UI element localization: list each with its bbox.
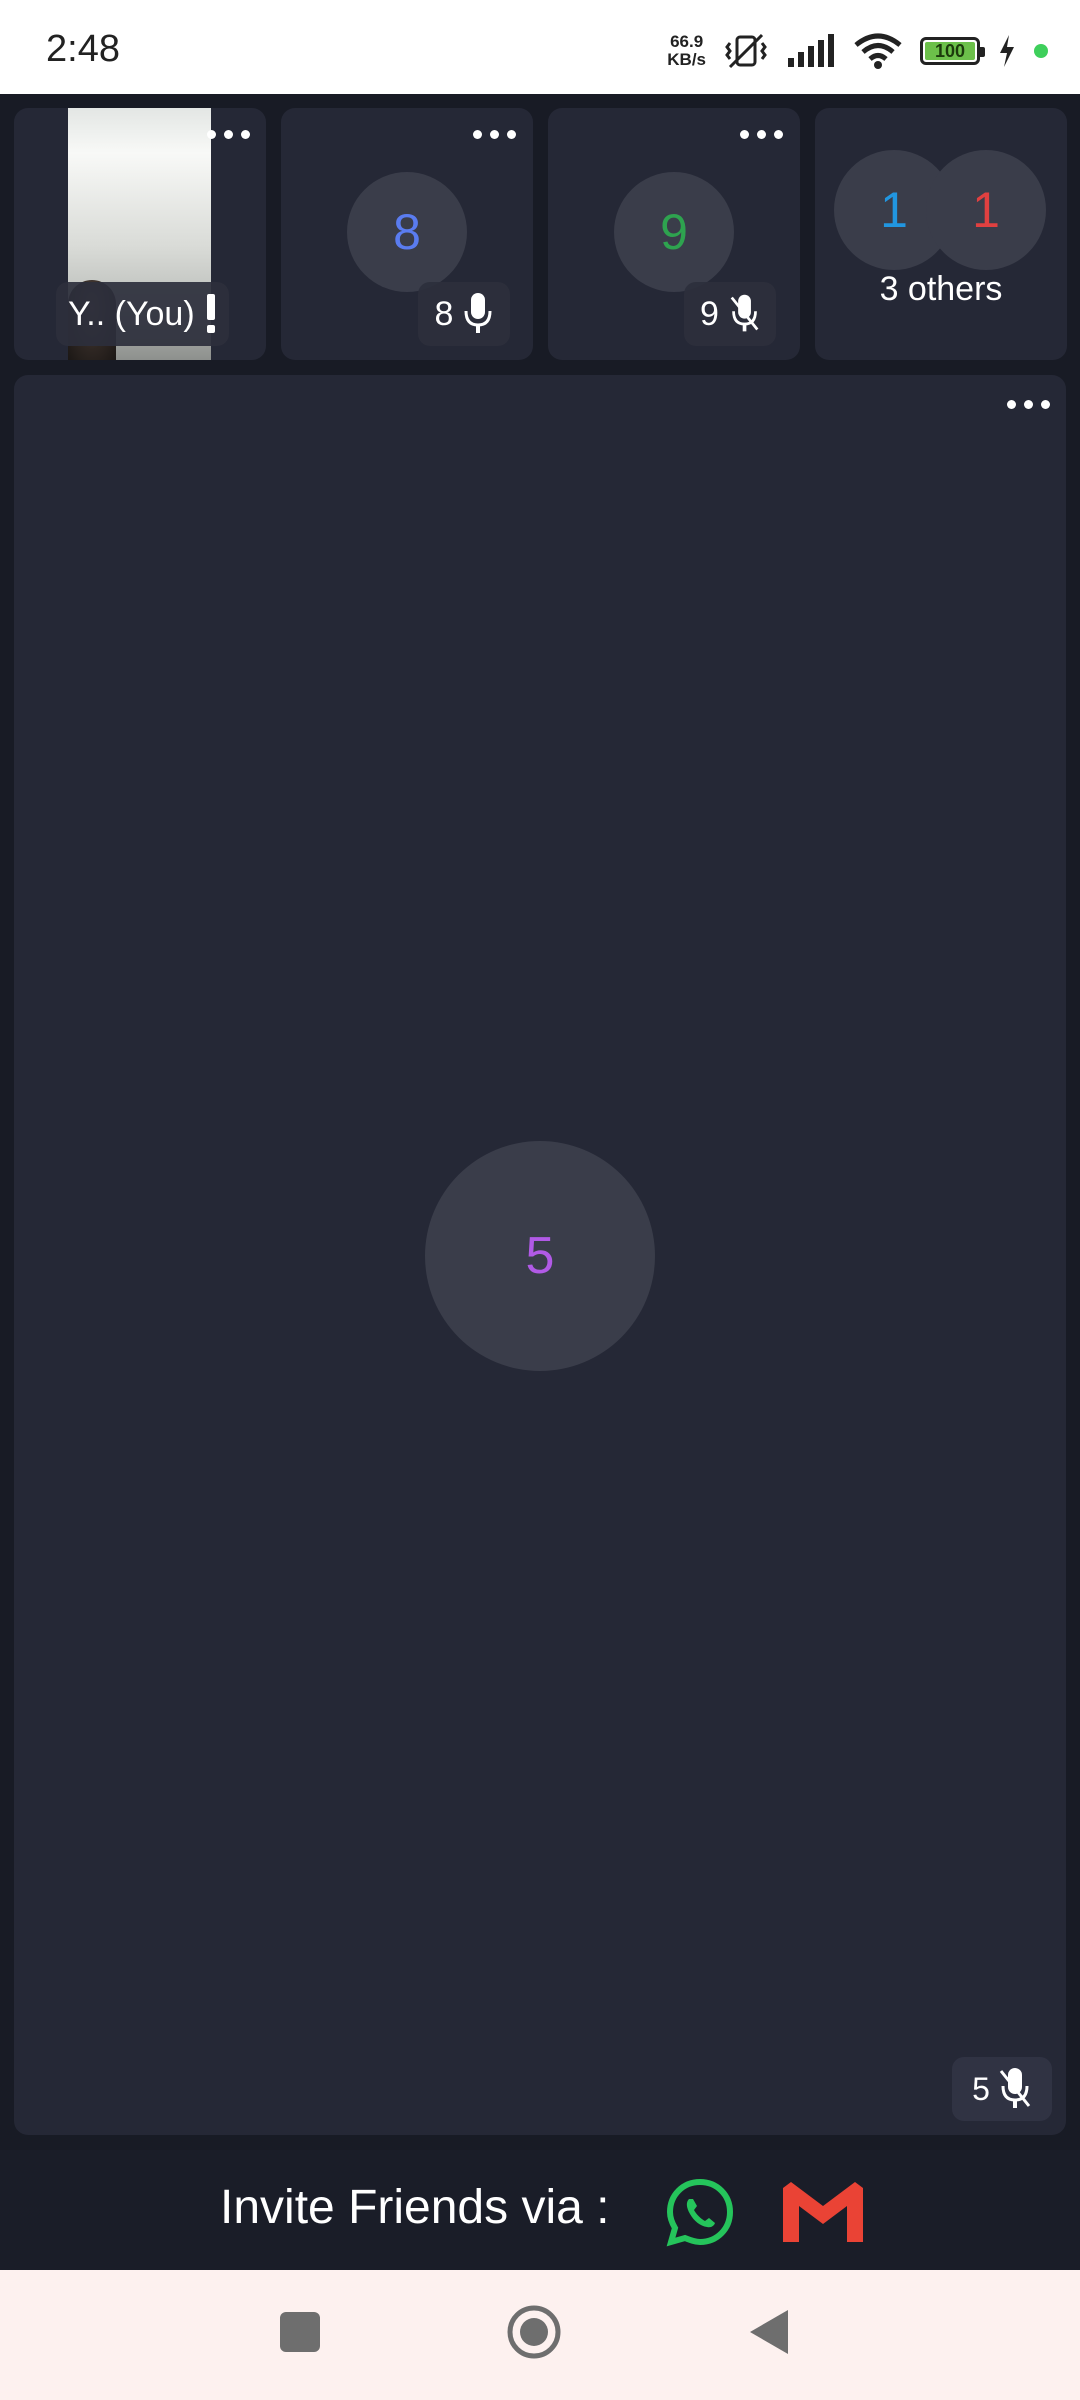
charging-icon (1000, 35, 1014, 67)
battery-cap (980, 47, 985, 57)
vibrate-mute-icon (725, 33, 767, 69)
network-speed-value: 66.9 (670, 32, 704, 51)
network-speed: 66.9 KB/s (667, 33, 706, 69)
avatar: 1 (926, 150, 1046, 270)
invite-label: Invite Friends via : (220, 2181, 610, 2234)
participant-name: 8 (434, 294, 454, 333)
mic-off-icon (999, 2068, 1031, 2108)
mic-on-icon (464, 293, 492, 333)
battery-icon: 100 (920, 37, 985, 65)
status-time: 2:48 (46, 28, 120, 70)
participant-name-chip: 9 (684, 282, 776, 346)
recents-button[interactable] (280, 2312, 320, 2352)
battery-level: 100 (934, 41, 966, 61)
participant-name-chip: 5 (952, 2057, 1052, 2121)
participant-name-chip: Y.. (You) (56, 282, 229, 346)
wifi-icon (854, 33, 902, 69)
more-options-icon[interactable] (1000, 394, 1056, 414)
active-dot (1034, 44, 1048, 58)
status-bar: 2:48 66.9 KB/s 100 (0, 0, 1080, 94)
participant-name: 5 (972, 2070, 990, 2107)
exclamation-icon (206, 294, 215, 333)
avatar: 8 (347, 172, 467, 292)
others-count-label: 3 others (879, 270, 1003, 308)
home-button[interactable] (506, 2304, 562, 2360)
more-options-icon[interactable] (733, 124, 789, 144)
mic-off-icon (730, 294, 759, 332)
status-icons: 66.9 KB/s 100 (667, 26, 1048, 76)
signal-icon (788, 34, 834, 67)
whatsapp-icon[interactable] (665, 2177, 735, 2247)
network-speed-unit: KB/s (667, 50, 706, 69)
gmail-icon[interactable] (783, 2182, 863, 2242)
more-options-icon[interactable] (200, 124, 256, 144)
avatar: 5 (425, 1141, 655, 1371)
avatar: 9 (614, 172, 734, 292)
back-button[interactable] (748, 2308, 790, 2356)
participant-name: 9 (700, 294, 719, 333)
more-options-icon[interactable] (466, 124, 522, 144)
participant-name-chip: 8 (418, 282, 510, 346)
participant-name: Y.. (You) (68, 294, 195, 333)
